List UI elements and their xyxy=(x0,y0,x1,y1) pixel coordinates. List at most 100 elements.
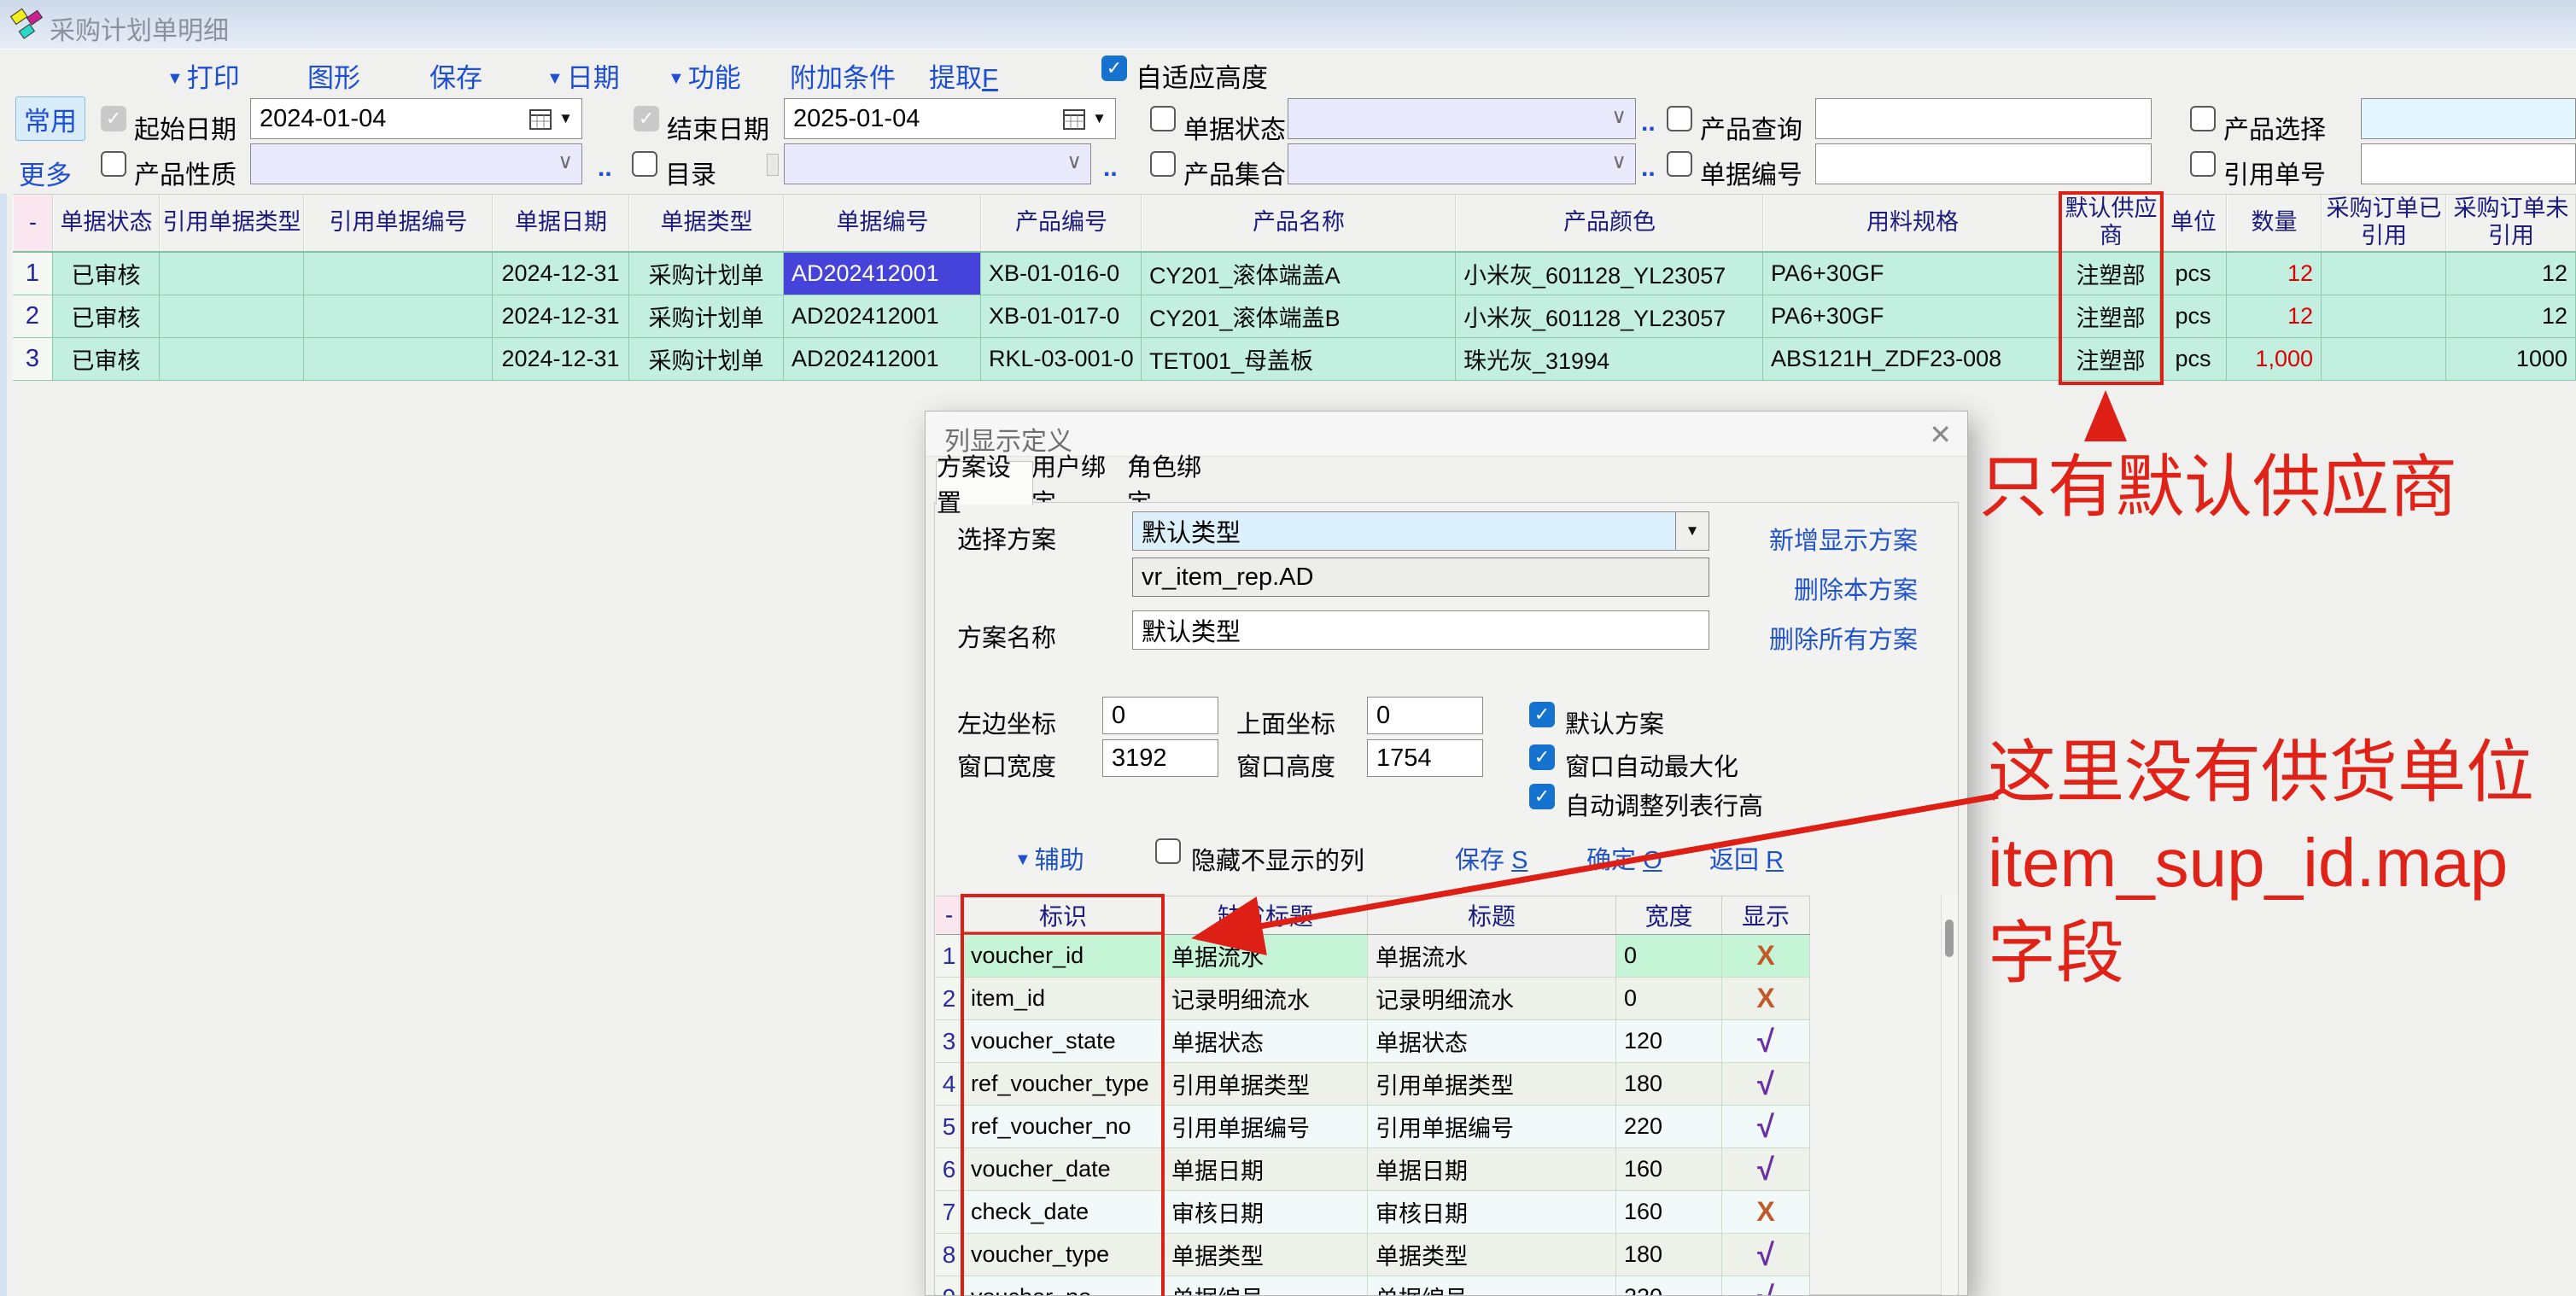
table-cell[interactable]: 2024-12-31 xyxy=(493,338,629,381)
column-def-cell[interactable]: √ xyxy=(1722,1063,1810,1106)
column-def-cell[interactable]: 引用单据编号 xyxy=(1368,1106,1616,1148)
ok-button[interactable]: 确定 O xyxy=(1586,840,1662,876)
dialog-scrollbar[interactable] xyxy=(1941,896,1957,1295)
column-def-cell[interactable]: item_id xyxy=(963,978,1164,1020)
column-def-cell[interactable]: √ xyxy=(1722,1276,1810,1295)
table-cell[interactable] xyxy=(160,338,304,381)
table-cell[interactable]: 2024-12-31 xyxy=(493,253,629,295)
menu-function[interactable]: ▼功能 xyxy=(668,56,741,95)
table-cell[interactable] xyxy=(304,338,493,381)
delete-scheme-link[interactable]: 删除本方案 xyxy=(1794,570,1918,606)
main-table-header-cell[interactable]: 采购订单已引用 xyxy=(2322,195,2446,251)
tab-scheme-settings[interactable]: 方案设置 xyxy=(936,461,1033,505)
column-def-cell[interactable]: 引用单据编号 xyxy=(1164,1106,1368,1148)
more-options-link[interactable]: .. xyxy=(598,154,612,183)
column-def-cell[interactable]: 单据流水 xyxy=(1164,935,1368,978)
column-def-cell[interactable]: 审核日期 xyxy=(1164,1191,1368,1234)
date-dropdown-icon[interactable]: ▼ xyxy=(558,110,573,127)
table-cell[interactable] xyxy=(304,295,493,338)
column-table-header-cell[interactable]: 标识 xyxy=(963,896,1164,934)
column-def-cell[interactable]: 160 xyxy=(1616,1191,1722,1234)
table-cell[interactable]: 注塑部 xyxy=(2062,295,2160,338)
product-nature-checkbox[interactable] xyxy=(101,151,126,177)
main-table-header-cell[interactable]: 单据编号 xyxy=(784,195,981,251)
column-def-cell[interactable]: 单据类型 xyxy=(1164,1234,1368,1276)
row-number-cell[interactable]: 6 xyxy=(936,1148,963,1191)
column-def-cell[interactable]: 记录明细流水 xyxy=(1164,978,1368,1020)
column-table-header-cell[interactable]: 缺省标题 xyxy=(1164,896,1368,934)
table-cell[interactable]: 已审核 xyxy=(53,295,160,338)
product-query-checkbox[interactable] xyxy=(1667,106,1692,131)
table-cell[interactable]: pcs xyxy=(2160,295,2227,338)
column-def-cell[interactable]: voucher_type xyxy=(963,1234,1164,1276)
table-cell[interactable]: XB-01-017-0 xyxy=(981,295,1142,338)
table-cell[interactable]: ABS121H_ZDF23-008 xyxy=(1763,338,2062,381)
autofit-checkbox[interactable] xyxy=(1101,55,1127,81)
column-def-cell[interactable]: ref_voucher_no xyxy=(963,1106,1164,1148)
close-icon[interactable]: ✕ xyxy=(1929,418,1952,451)
table-cell[interactable]: pcs xyxy=(2160,338,2227,381)
more-options-link[interactable]: .. xyxy=(1103,154,1118,183)
row-number-cell[interactable]: 8 xyxy=(936,1234,963,1276)
column-def-cell[interactable]: 0 xyxy=(1616,935,1722,978)
main-table-header-cell[interactable]: 采购订单未引用 xyxy=(2446,195,2576,251)
menu-print[interactable]: ▼打印 xyxy=(166,56,240,95)
column-def-cell[interactable]: 单据状态 xyxy=(1368,1020,1616,1063)
table-cell[interactable]: 采购计划单 xyxy=(629,253,784,295)
table-cell[interactable] xyxy=(160,253,304,295)
table-cell[interactable] xyxy=(304,253,493,295)
table-cell[interactable]: 12 xyxy=(2446,295,2576,338)
menu-save[interactable]: 保存 xyxy=(429,56,482,95)
main-table-header-cell[interactable]: 单据状态 xyxy=(53,195,160,251)
column-def-cell[interactable]: 120 xyxy=(1616,1020,1722,1063)
table-cell[interactable]: 注塑部 xyxy=(2062,338,2160,381)
left-coord-input[interactable]: 0 xyxy=(1102,697,1218,734)
table-cell[interactable]: CY201_滚体端盖B xyxy=(1142,295,1456,338)
table-cell[interactable]: 已审核 xyxy=(53,253,160,295)
end-date-checkbox[interactable] xyxy=(634,106,659,131)
row-number-cell[interactable]: 7 xyxy=(936,1191,963,1234)
ref-no-checkbox[interactable] xyxy=(2190,151,2216,177)
column-def-cell[interactable]: voucher_no xyxy=(963,1276,1164,1295)
row-number-cell[interactable]: 3 xyxy=(936,1020,963,1063)
voucher-state-checkbox[interactable] xyxy=(1150,106,1176,131)
scheme-name-input[interactable]: 默认类型 xyxy=(1132,610,1709,650)
table-cell[interactable]: 12 xyxy=(2446,253,2576,295)
column-def-cell[interactable]: 单据日期 xyxy=(1164,1148,1368,1191)
main-table-header-cell[interactable]: 产品颜色 xyxy=(1456,195,1763,251)
table-cell[interactable]: 12 xyxy=(2227,253,2322,295)
column-def-cell[interactable]: √ xyxy=(1722,1234,1810,1276)
column-def-cell[interactable]: voucher_id xyxy=(963,935,1164,978)
column-def-cell[interactable]: ref_voucher_type xyxy=(963,1063,1164,1106)
column-def-cell[interactable]: 单据编号 xyxy=(1164,1276,1368,1295)
product-set-combo[interactable]: ∨ xyxy=(1288,143,1636,184)
table-cell[interactable]: 小米灰_601128_YL23057 xyxy=(1456,253,1763,295)
table-cell[interactable]: 已审核 xyxy=(53,338,160,381)
main-table-header-cell[interactable]: 单据类型 xyxy=(629,195,784,251)
product-set-checkbox[interactable] xyxy=(1150,151,1176,177)
column-def-cell[interactable]: 引用单据类型 xyxy=(1164,1063,1368,1106)
table-cell[interactable]: 注塑部 xyxy=(2062,253,2160,295)
auto-maximize-checkbox[interactable] xyxy=(1529,744,1555,770)
column-def-cell[interactable]: 180 xyxy=(1616,1234,1722,1276)
voucher-no-checkbox[interactable] xyxy=(1667,151,1692,177)
aux-menu[interactable]: ▼辅助 xyxy=(1014,840,1084,876)
main-table-header-cell[interactable]: 默认供应商 xyxy=(2062,195,2160,251)
column-def-cell[interactable]: 单据状态 xyxy=(1164,1020,1368,1063)
product-nature-combo[interactable]: ∨ xyxy=(250,143,582,184)
table-cell[interactable]: CY201_滚体端盖A xyxy=(1142,253,1456,295)
delete-all-schemes-link[interactable]: 删除所有方案 xyxy=(1769,620,1918,656)
product-select-checkbox[interactable] xyxy=(2190,106,2216,131)
row-number-cell[interactable]: 1 xyxy=(936,935,963,978)
column-def-cell[interactable]: 220 xyxy=(1616,1106,1722,1148)
table-cell[interactable]: XB-01-016-0 xyxy=(981,253,1142,295)
column-def-cell[interactable]: 单据编号 xyxy=(1368,1276,1616,1295)
table-cell[interactable]: 珠光灰_31994 xyxy=(1456,338,1763,381)
row-number-cell[interactable]: 9 xyxy=(936,1276,963,1295)
menu-extra-condition[interactable]: 附加条件 xyxy=(790,56,896,95)
main-table-header-cell[interactable]: 引用单据类型 xyxy=(160,195,304,251)
catalog-checkbox[interactable] xyxy=(632,151,657,177)
column-def-cell[interactable]: X xyxy=(1722,1191,1810,1234)
column-def-cell[interactable]: 单据日期 xyxy=(1368,1148,1616,1191)
main-table-header-cell[interactable]: 单位 xyxy=(2160,195,2227,251)
